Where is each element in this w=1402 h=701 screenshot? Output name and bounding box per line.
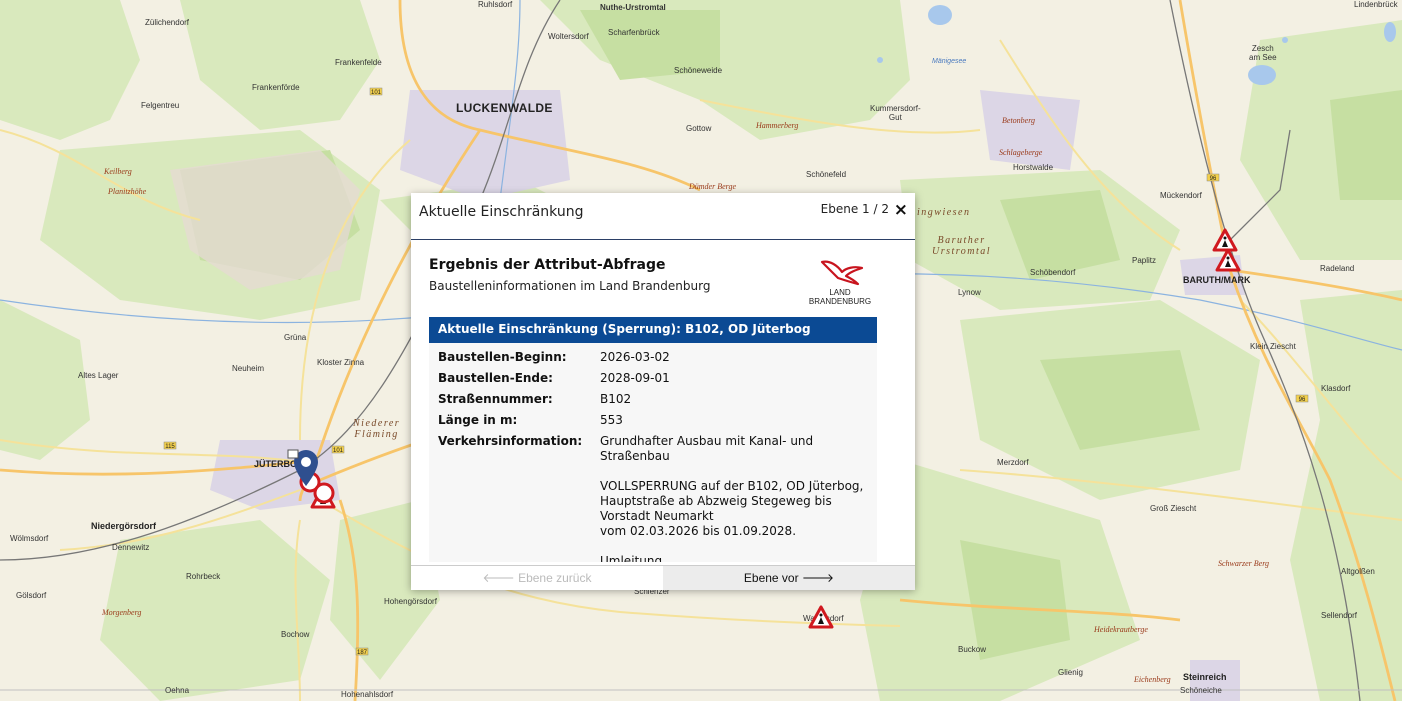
place-label: Rohrbeck	[186, 572, 221, 581]
place-label: Schöbendorf	[1030, 268, 1076, 277]
popup-body[interactable]: Ergebnis der Attribut-Abfrage Baustellen…	[411, 240, 914, 562]
place-label: Merzdorf	[997, 458, 1029, 467]
place-label: Grüna	[284, 333, 307, 342]
place-label: Schlageberge	[999, 148, 1043, 157]
svg-text:96: 96	[1299, 397, 1306, 403]
svg-text:187: 187	[357, 650, 368, 656]
place-label: Wölmsdorf	[10, 534, 49, 543]
feature-info-popup: Aktuelle Einschränkung Ebene 1 / 2 × Erg…	[411, 193, 915, 590]
place-label: Sellendorf	[1321, 611, 1358, 620]
popup-title: Aktuelle Einschränkung	[419, 204, 584, 220]
place-label: Klein Ziescht	[1250, 342, 1296, 351]
place-label: Buckow	[958, 645, 987, 654]
place-label: Hammerberg	[756, 121, 799, 130]
building-icon	[287, 449, 299, 459]
place-label: Schönefeld	[806, 170, 847, 179]
place-label: Betonberg	[1002, 116, 1036, 125]
arrow-left-icon: 🡐	[482, 571, 519, 585]
place-label: Dümder Berge	[689, 182, 737, 191]
place-label: Schwarzer Berg	[1218, 559, 1270, 568]
previous-layer-button[interactable]: 🡐 Ebene zurück	[411, 566, 663, 590]
place-label: Woltersdorf	[548, 32, 589, 41]
brandenburg-logo: LAND BRANDENBURG	[808, 256, 872, 306]
attribute-value: B102	[600, 392, 632, 406]
construction-warning-icon[interactable]	[1215, 248, 1241, 274]
svg-text:101: 101	[371, 90, 382, 96]
place-label: ingwiesen	[917, 207, 971, 218]
popup-footer: 🡐 Ebene zurück Ebene vor 🡒	[411, 565, 915, 590]
eagle-icon	[820, 260, 864, 286]
place-label: Hohenahlsdorf	[341, 690, 394, 699]
place-label: Schöneweide	[674, 66, 723, 75]
place-label: Heidekrautberge	[1094, 625, 1148, 634]
layer-indicator: Ebene 1 / 2	[820, 202, 889, 216]
place-label: Groß Ziescht	[1150, 504, 1197, 513]
place-label: Mänigesee	[932, 58, 967, 65]
place-label: BARUTH/MARK	[1183, 275, 1251, 285]
logo-line-2: BRANDENBURG	[808, 297, 872, 306]
place-label: Neuheim	[232, 364, 265, 373]
place-label: Kummersdorf- Gut	[870, 104, 921, 122]
place-label: Eichenberg	[1134, 675, 1171, 684]
arrow-right-icon: 🡒	[798, 571, 835, 585]
place-label: Horstwalde	[1013, 163, 1054, 172]
place-label: Baruther Urstromtal	[932, 235, 992, 257]
place-label: Morgenberg	[102, 608, 142, 617]
logo-line-1: LAND	[829, 288, 851, 297]
svg-text:96: 96	[1210, 176, 1217, 182]
place-label: Nuthe-Urstromtal	[600, 3, 666, 12]
restriction-heading: Aktuelle Einschränkung (Sperrung): B102,…	[429, 317, 877, 343]
place-label: Lindenbrück	[1354, 0, 1398, 9]
place-label: Lynow	[958, 288, 981, 297]
place-label: Glienig	[1058, 668, 1083, 677]
place-label: Ruhlsdorf	[478, 0, 513, 9]
place-label: Kloster Zinna	[317, 358, 365, 367]
place-label: Radeland	[1320, 264, 1355, 273]
place-label: Schöneiche	[1180, 686, 1222, 695]
place-label: Niedergörsdorf	[91, 521, 157, 531]
place-label: Bochow	[281, 630, 310, 639]
place-label: Gölsdorf	[16, 591, 47, 600]
place-label: Zesch am See	[1249, 44, 1277, 62]
place-label: Scharfenbrück	[608, 28, 660, 37]
attribute-value: 553	[600, 413, 623, 427]
place-label: Altgolßen	[1341, 567, 1375, 576]
result-title: Ergebnis der Attribut-Abfrage	[429, 257, 666, 273]
place-label: Frankenförde	[252, 83, 300, 92]
next-layer-button[interactable]: Ebene vor 🡒	[663, 566, 915, 590]
place-label: Dennewitz	[112, 543, 150, 552]
place-label: Gottow	[686, 124, 712, 133]
svg-text:115: 115	[165, 444, 175, 450]
place-label: Mückendorf	[1160, 191, 1202, 200]
next-layer-label: Ebene vor	[743, 571, 799, 585]
close-icon[interactable]: ×	[894, 201, 908, 219]
popup-header: Aktuelle Einschränkung Ebene 1 / 2 ×	[411, 193, 915, 240]
place-label: Planitzhöhe	[108, 187, 147, 196]
attribute-key: Baustellen-Beginn:	[438, 350, 567, 364]
place-label: Niederer Fläming	[353, 418, 401, 440]
svg-text:101: 101	[333, 448, 344, 454]
attribute-key: Baustellen-Ende:	[438, 371, 553, 385]
attribute-value: Grundhafter Ausbau mit Kanal- und Straße…	[600, 434, 864, 562]
place-label: LUCKENWALDE	[456, 101, 553, 115]
construction-warning-icon[interactable]	[808, 605, 834, 631]
attribute-value: 2026-03-02	[600, 350, 670, 364]
place-label: Steinreich	[1183, 672, 1227, 682]
place-label: Keilberg	[104, 167, 132, 176]
result-subtitle: Baustelleninformationen im Land Brandenb…	[429, 279, 711, 293]
attribute-key: Länge in m:	[438, 413, 518, 427]
attribute-value: 2028-09-01	[600, 371, 670, 385]
place-label: Felgentreu	[141, 101, 180, 110]
place-label: Hohengörsdorf	[384, 597, 437, 606]
attribute-key: Verkehrsinformation:	[438, 434, 583, 448]
place-label: Paplitz	[1132, 256, 1157, 265]
place-label: Altes Lager	[78, 371, 119, 380]
previous-layer-label: Ebene zurück	[518, 571, 592, 585]
place-label: Zülichendorf	[145, 18, 190, 27]
attribute-key: Straßennummer:	[438, 392, 553, 406]
attribute-table: Baustellen-Beginn: 2026-03-02 Baustellen…	[429, 343, 877, 562]
place-label: Oehna	[165, 686, 190, 695]
place-label: Frankenfelde	[335, 58, 382, 67]
place-label: Klasdorf	[1321, 384, 1351, 393]
